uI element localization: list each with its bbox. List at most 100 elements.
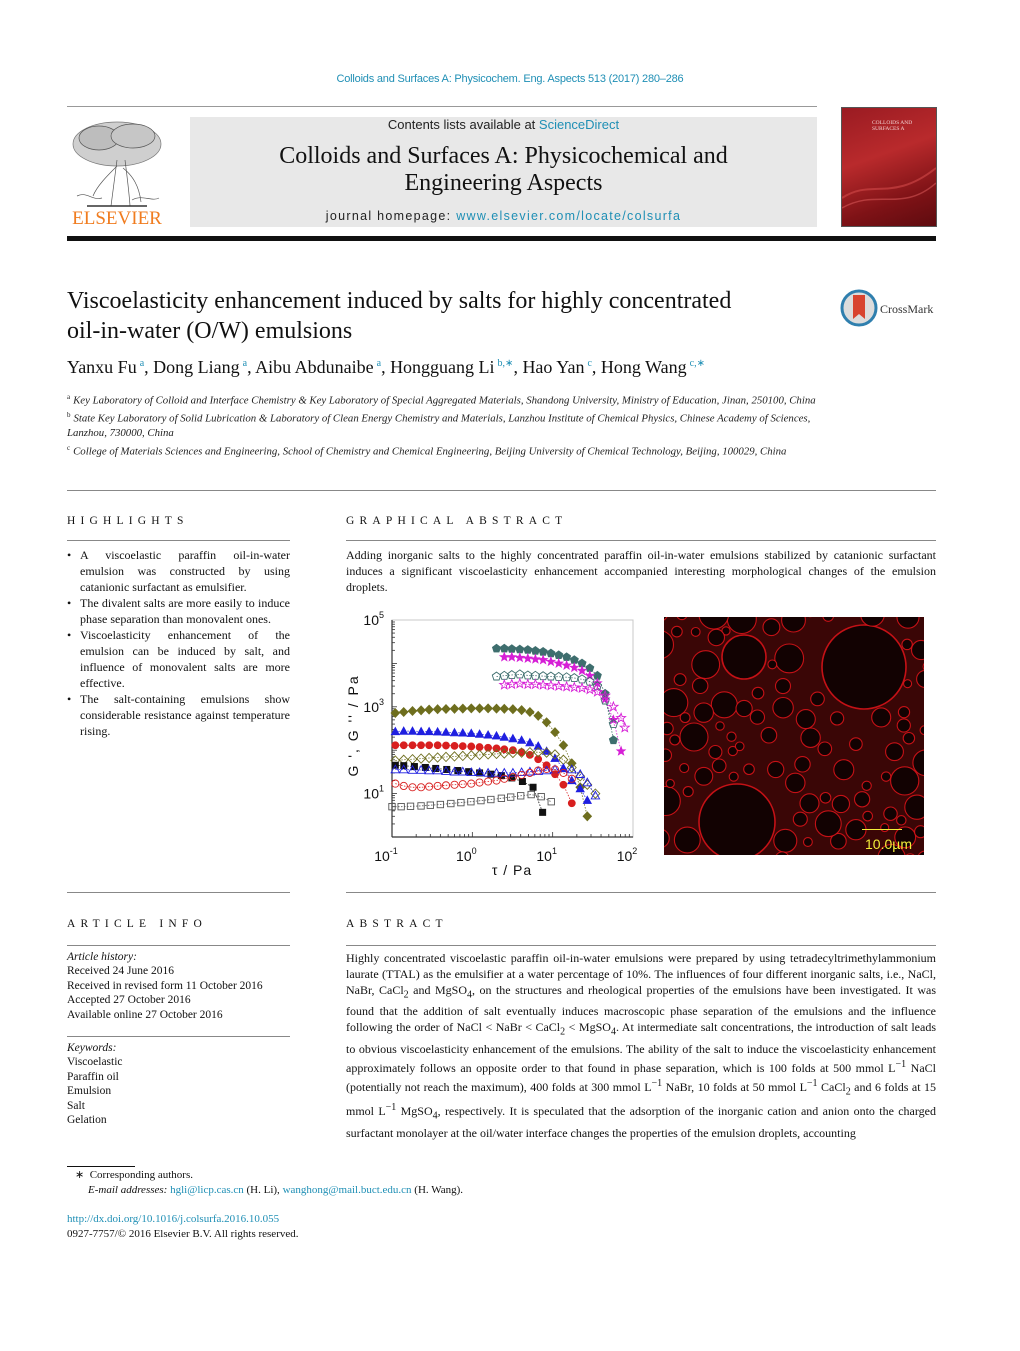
emulsion-droplet	[810, 691, 825, 707]
y-tick-label: 101	[363, 784, 384, 802]
data-point	[432, 704, 443, 715]
data-point	[576, 665, 588, 676]
emulsion-droplet	[728, 771, 739, 782]
journal-banner: Contents lists available at ScienceDirec…	[190, 117, 817, 227]
abstract-rule	[346, 945, 936, 946]
emulsion-droplet	[721, 634, 767, 680]
highlights-rule	[67, 540, 290, 541]
data-point	[521, 678, 534, 690]
emulsion-droplet	[682, 786, 694, 798]
series-11	[388, 790, 555, 811]
emulsion-droplet	[669, 734, 681, 746]
data-point	[567, 799, 576, 808]
graphical-abstract-text: Adding inorganic salts to the highly con…	[346, 548, 936, 594]
article-info-heading: ARTICLE INFO	[67, 918, 207, 930]
data-point	[545, 679, 557, 691]
section-divider	[67, 490, 936, 491]
data-point	[582, 795, 593, 804]
copyright: 0927-7757/© 2016 Elsevier B.V. All right…	[67, 1227, 299, 1240]
data-point	[416, 705, 426, 716]
emulsion-droplet	[726, 731, 737, 742]
author[interactable]: Dong Liang a	[153, 357, 247, 377]
data-point	[499, 643, 509, 653]
emulsion-droplet	[799, 793, 820, 814]
data-point	[533, 710, 544, 721]
data-point	[457, 703, 468, 714]
emulsion-droplet	[831, 794, 851, 814]
chart-svg: 10-1 100 101 102 101 103 105 G ', G '' / Pa τ …	[345, 610, 637, 878]
email-link[interactable]: hgli@licp.cas.cn	[170, 1184, 244, 1196]
contents-availability: Contents lists available at ScienceDirec…	[387, 117, 620, 132]
graphical-abstract-heading: GRAPHICAL ABSTRACT	[346, 515, 568, 527]
data-point	[457, 750, 468, 762]
emulsion-droplet	[691, 650, 721, 680]
emulsion-droplet	[774, 643, 805, 674]
emulsion-droplet	[671, 625, 683, 638]
corresponding-note: Corresponding authors.	[89, 1169, 193, 1181]
data-point	[537, 654, 549, 665]
author-list: Yanxu Fu a, Dong Liang a, Aibu Abdunaibe a,…	[67, 357, 705, 377]
data-point	[441, 703, 451, 715]
emulsion-droplet	[794, 756, 811, 773]
emulsion-droplet	[691, 677, 709, 695]
journal-citation[interactable]: Colloids and Surfaces A: Physicochem. En…	[0, 73, 1020, 85]
data-point	[391, 741, 400, 750]
emulsion-droplet	[664, 748, 673, 762]
keyword-item: Emulsion	[67, 1085, 112, 1098]
emulsion-droplet	[751, 686, 765, 700]
affiliation-b: b State Key Laboratory of Solid Lubricati…	[67, 411, 811, 440]
crossmark-button[interactable]: CrossMark	[840, 289, 940, 331]
data-point	[515, 669, 525, 679]
email-link[interactable]: wanghong@mail.buct.edu.cn	[283, 1184, 412, 1196]
data-point	[523, 645, 533, 654]
emulsion-droplet	[694, 766, 714, 786]
emulsion-droplet	[885, 742, 904, 762]
data-point	[407, 726, 418, 735]
keywords-label: Keywords:	[67, 1042, 117, 1054]
emulsion-droplet	[679, 712, 691, 724]
emulsion-droplet	[819, 791, 832, 804]
sciencedirect-link[interactable]: ScienceDirect	[539, 117, 619, 132]
highlight-item: Viscoelasticity enhancement of the emuls…	[67, 627, 290, 691]
author[interactable]: Hongguang Li b,∗	[390, 357, 513, 377]
data-point	[529, 783, 537, 791]
data-point	[539, 808, 547, 816]
data-point	[491, 730, 502, 740]
data-point	[499, 703, 510, 714]
data-point	[546, 648, 556, 658]
scale-bar-label: 10.0µm	[865, 836, 912, 852]
doi-block: http://dx.doi.org/10.1016/j.colsurfa.201…	[67, 1212, 567, 1241]
data-point	[442, 741, 450, 750]
data-point	[467, 742, 476, 751]
emulsion-droplet	[707, 628, 726, 647]
emulsion-droplet	[673, 673, 687, 687]
emulsion-droplet	[800, 727, 821, 748]
data-point	[506, 651, 518, 662]
elsevier-logo[interactable]: ELSEVIER	[67, 116, 167, 229]
emulsion-droplet	[896, 718, 911, 733]
confocal-micrograph[interactable]: 10.0µm	[664, 617, 924, 855]
y-axis-label: G ', G '' / Pa	[345, 674, 361, 776]
emulsion-droplet	[914, 825, 924, 839]
author[interactable]: Hong Wang c,∗	[601, 357, 705, 377]
data-point	[547, 798, 555, 806]
keyword-item: Gelation	[67, 1114, 107, 1127]
data-point	[416, 753, 427, 764]
crossmark-icon	[840, 289, 878, 327]
emulsion-droplet	[901, 638, 913, 651]
author[interactable]: Aibu Abdunaibe a	[255, 357, 381, 377]
keyword-item: Paraffin oil	[67, 1070, 119, 1083]
emulsion-droplet	[814, 810, 842, 838]
emulsion-droplet	[710, 691, 738, 719]
emulsion-droplet	[743, 763, 755, 776]
emulsion-droplet	[767, 760, 785, 779]
data-point	[584, 670, 596, 681]
doi-link[interactable]: http://dx.doi.org/10.1016/j.colsurfa.201…	[67, 1212, 567, 1227]
emulsion-droplet	[883, 806, 898, 821]
author[interactable]: Hao Yan c	[522, 357, 591, 377]
homepage-link[interactable]: www.elsevier.com/locate/colsurfa	[456, 209, 681, 223]
author[interactable]: Yanxu Fu a	[67, 357, 144, 377]
affiliation-c: c College of Materials Sciences and Engin…	[67, 443, 787, 458]
journal-cover-thumbnail[interactable]: COLLOIDS AND SURFACES A	[841, 107, 937, 227]
emulsion-droplet	[708, 744, 723, 760]
